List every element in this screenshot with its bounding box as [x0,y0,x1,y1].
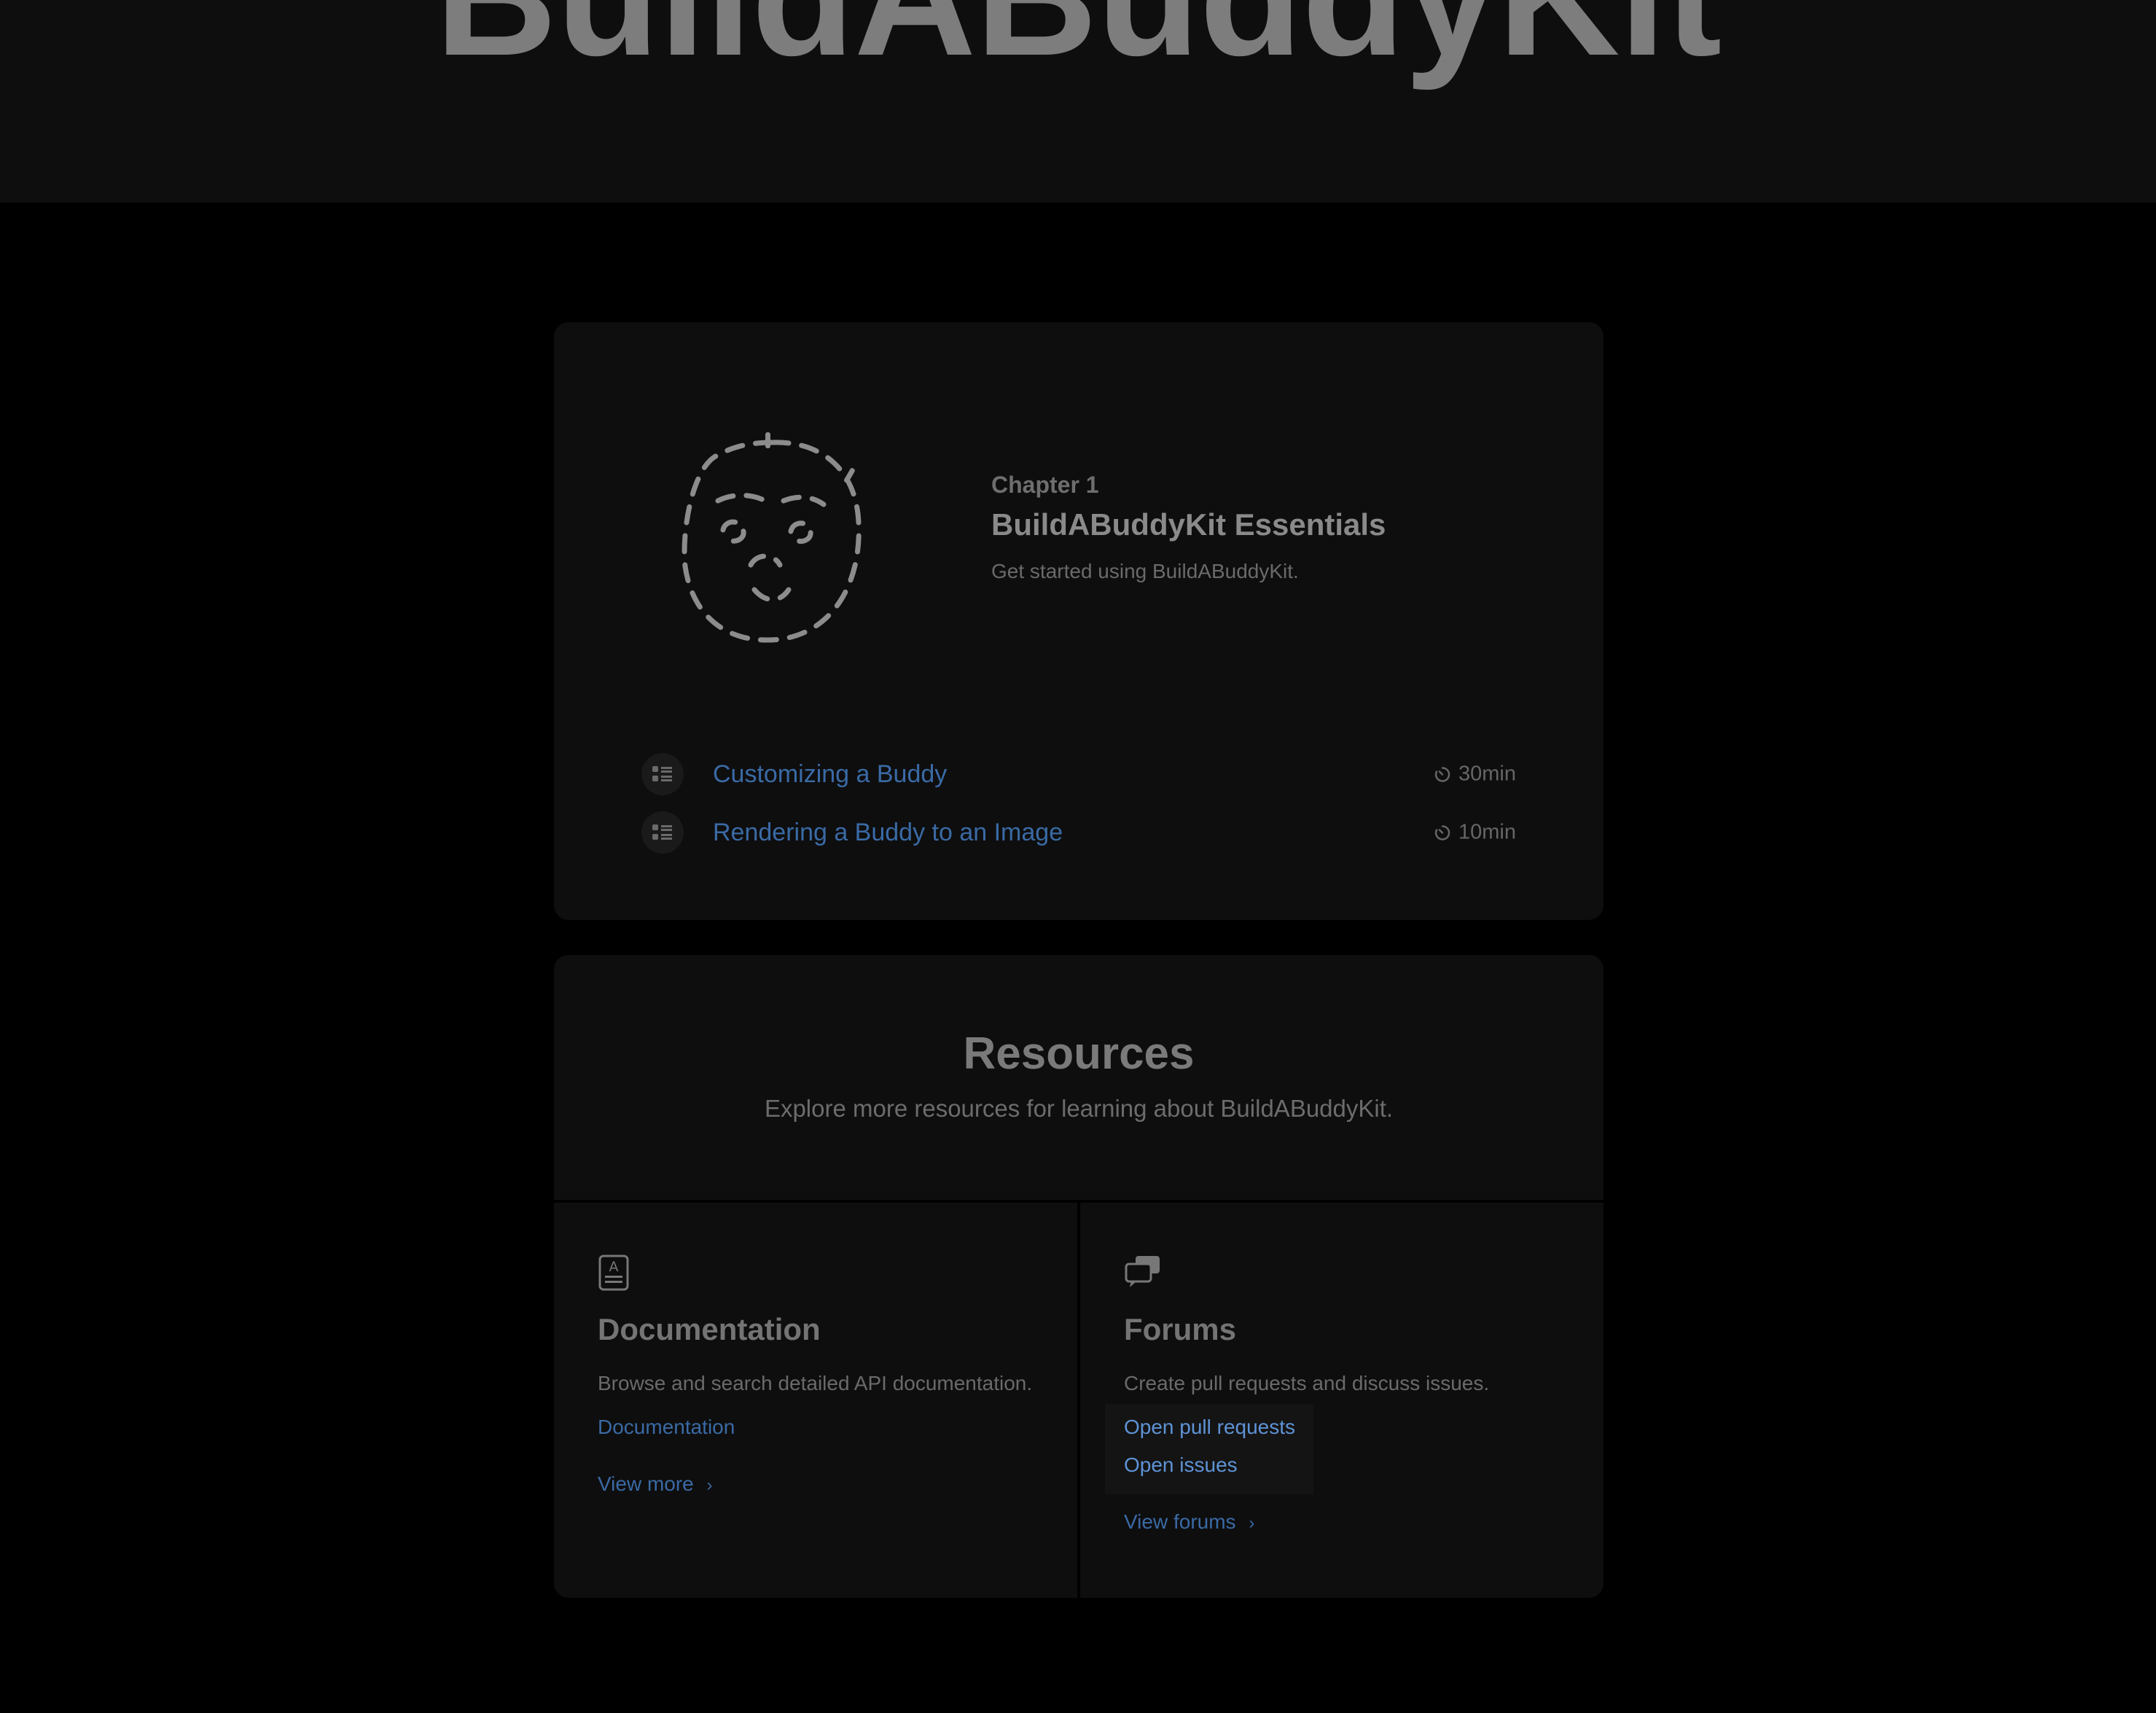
documentation-description: Browse and search detailed API documenta… [598,1372,1033,1394]
timer-icon [1434,824,1450,840]
tutorial-list: Customizing a Buddy 30min Rendering a Bu… [641,745,1516,862]
forums-icon [1125,1256,1160,1287]
view-forums-label: View forums [1124,1510,1236,1533]
chapter-meta: Chapter 1 BuildABuddyKit Essentials Get … [991,472,1386,583]
chevron-right-icon: › [1249,1513,1255,1533]
chapter-number: Chapter 1 [991,472,1099,498]
divider [1077,1200,1080,1598]
tutorial-duration: 30min [1434,762,1516,787]
chapter-title: BuildABuddyKit Essentials [991,507,1386,542]
documentation-link[interactable]: Documentation [598,1416,735,1439]
view-more-label: View more [598,1472,694,1495]
duration-label: 30min [1458,762,1516,786]
documentation-title: Documentation [598,1312,821,1346]
tutorial-link[interactable]: Customizing a Buddy [713,760,947,789]
tutorial-item[interactable]: Customizing a Buddy 30min [641,745,1516,803]
documentation-section: A Documentation Browse and search detail… [598,1203,1064,1598]
documentation-icon: A [598,1254,629,1291]
resources-card: Resources Explore more resources for lea… [554,955,1604,1598]
timer-icon [1434,766,1450,782]
forums-links-popup: Open pull requests Open issues [1105,1404,1313,1494]
hero-banner: BuildABuddyKit [0,0,2156,203]
forums-description: Create pull requests and discuss issues. [1124,1372,1490,1394]
tutorial-link[interactable]: Rendering a Buddy to an Image [713,819,1063,847]
forums-title: Forums [1124,1312,1237,1346]
resources-header: Resources Explore more resources for lea… [554,955,1604,1200]
hero-title: BuildABuddyKit [0,0,2156,82]
open-pull-requests-link[interactable]: Open pull requests [1124,1416,1295,1439]
chapter-subtitle: Get started using BuildABuddyKit. [991,560,1299,582]
chevron-right-icon: › [706,1475,713,1495]
duration-label: 10min [1458,820,1516,844]
tutorial-duration: 10min [1434,821,1516,845]
forums-section: Forums Create pull requests and discuss … [1105,1203,1590,1598]
resources-title: Resources [963,1029,1195,1079]
view-forums-link[interactable]: View forums › [1124,1510,1254,1534]
view-more-link[interactable]: View more › [598,1472,713,1496]
open-issues-link[interactable]: Open issues [1124,1453,1238,1477]
chapter-card: Chapter 1 BuildABuddyKit Essentials Get … [554,322,1604,920]
list-icon [641,811,684,854]
resources-subtitle: Explore more resources for learning abou… [764,1095,1394,1122]
tutorial-item[interactable]: Rendering a Buddy to an Image 10min [641,803,1516,862]
buddy-face-illustration [681,432,862,643]
svg-text:A: A [609,1259,619,1275]
list-icon [641,753,684,795]
